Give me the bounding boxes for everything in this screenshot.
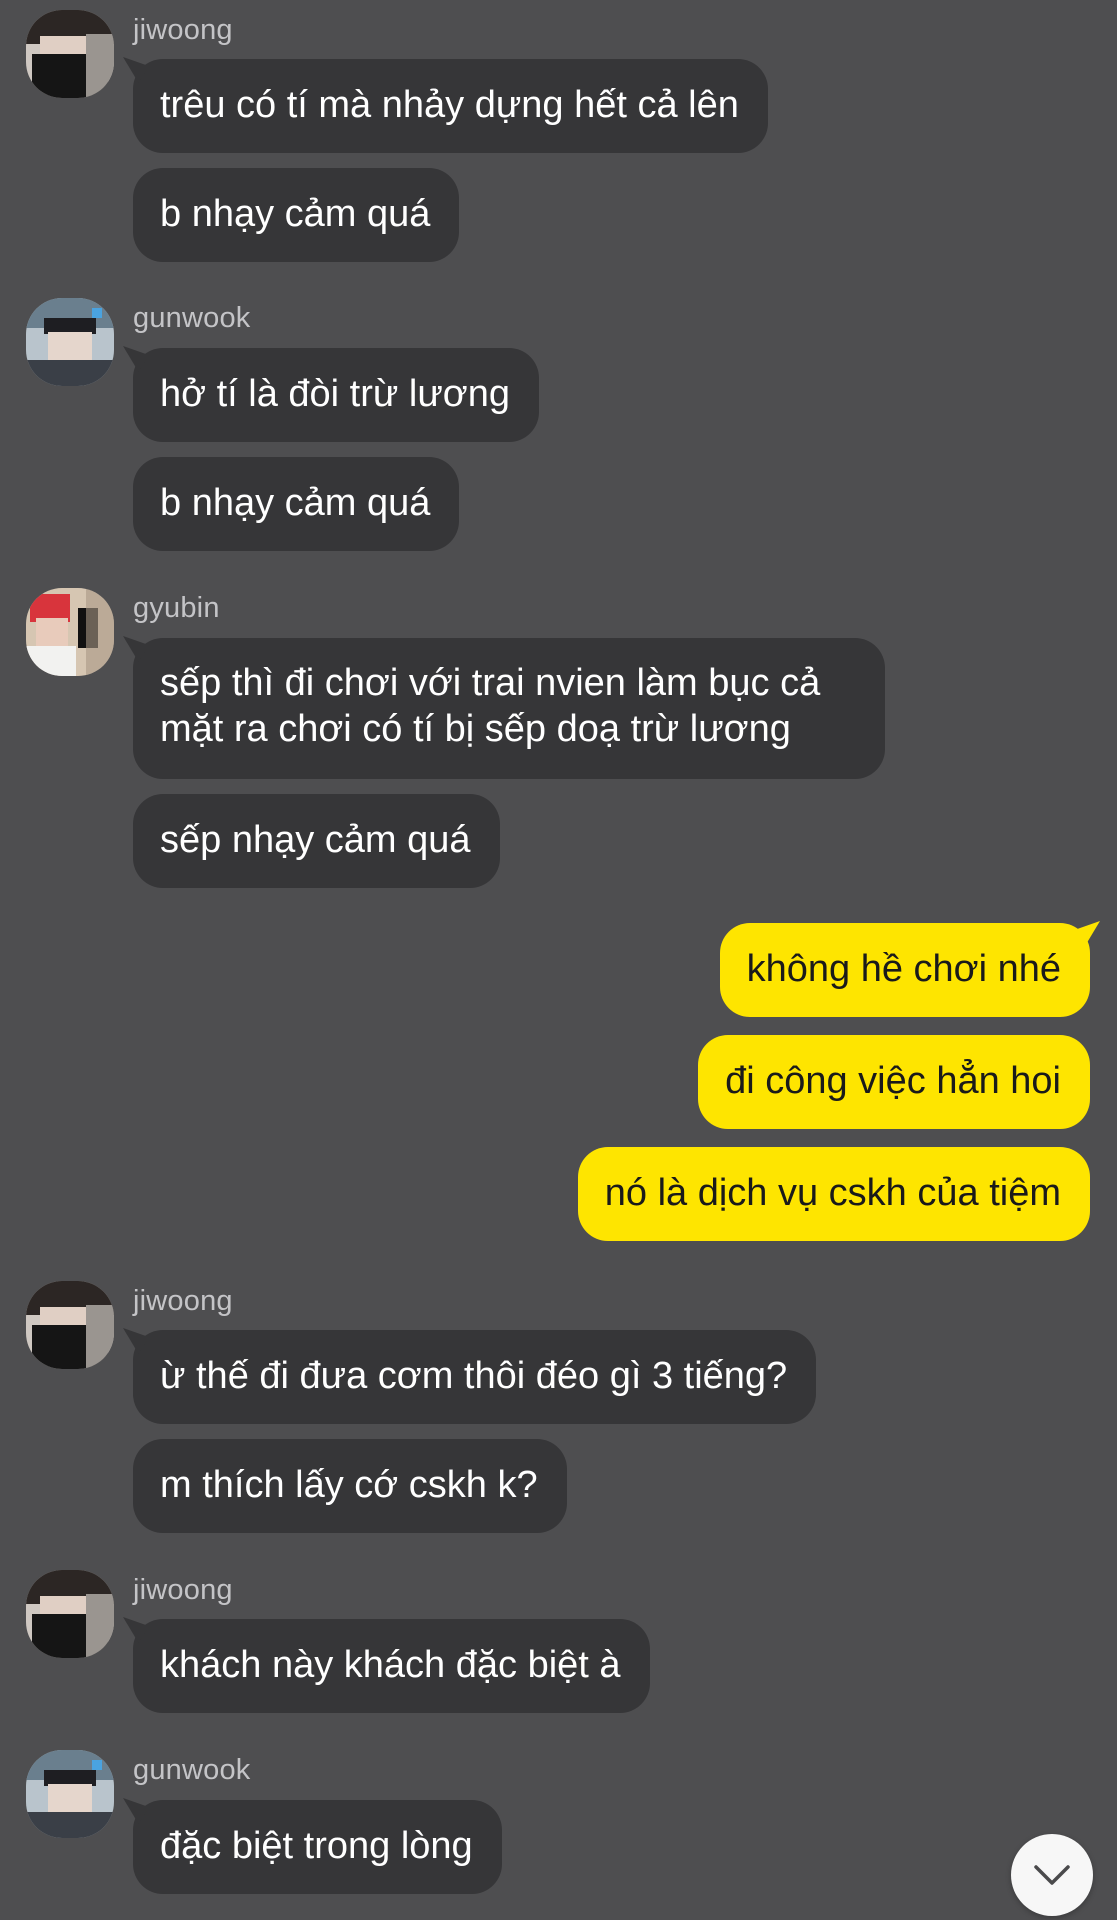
avatar-gunwook-image	[26, 298, 114, 386]
sender-name: gunwook	[133, 302, 251, 334]
outgoing-message-bubble[interactable]: đi công việc hẳn hoi	[698, 1035, 1090, 1129]
avatar-gunwook[interactable]	[26, 1750, 114, 1838]
avatar-jiwoong[interactable]	[26, 1570, 114, 1658]
avatar-gyubin-image	[26, 588, 114, 676]
sender-name: jiwoong	[133, 1285, 233, 1317]
avatar-jiwoong-image	[26, 1570, 114, 1658]
outgoing-message-bubble[interactable]: nó là dịch vụ cskh của tiệm	[577, 1147, 1090, 1241]
sender-name: jiwoong	[133, 14, 233, 46]
incoming-message-bubble[interactable]: khách này khách đặc biệt à	[133, 1619, 650, 1713]
incoming-message-bubble[interactable]: m thích lấy cớ cskh k?	[133, 1439, 567, 1533]
avatar-gunwook-image	[26, 1750, 114, 1838]
avatar-jiwoong[interactable]	[26, 1281, 114, 1369]
sender-name: jiwoong	[133, 1574, 233, 1606]
avatar-jiwoong-image	[26, 10, 114, 98]
incoming-message-bubble[interactable]: đặc biệt trong lòng	[133, 1800, 502, 1894]
outgoing-message-bubble[interactable]: không hề chơi nhé	[719, 923, 1090, 1017]
sender-name: gyubin	[133, 592, 220, 624]
incoming-message-bubble[interactable]: b nhạy cảm quá	[133, 168, 460, 262]
sender-name: gunwook	[133, 1754, 251, 1786]
incoming-message-bubble[interactable]: hở tí là đòi trừ lương	[133, 348, 539, 442]
incoming-message-bubble[interactable]: ừ thế đi đưa cơm thôi đéo gì 3 tiếng?	[133, 1330, 817, 1424]
avatar-jiwoong-image	[26, 1281, 114, 1369]
incoming-message-bubble[interactable]: sếp thì đi chơi với trai nvien làm bục c…	[133, 638, 885, 779]
chevron-down-icon	[1034, 1865, 1070, 1885]
incoming-message-bubble[interactable]: sếp nhạy cảm quá	[133, 794, 500, 888]
avatar-gunwook[interactable]	[26, 298, 114, 386]
avatar-gyubin[interactable]	[26, 588, 114, 676]
incoming-message-bubble[interactable]: b nhạy cảm quá	[133, 457, 460, 551]
scroll-to-bottom-button[interactable]	[1011, 1834, 1093, 1916]
avatar-jiwoong[interactable]	[26, 10, 114, 98]
incoming-message-bubble[interactable]: trêu có tí mà nhảy dựng hết cả lên	[133, 59, 768, 153]
